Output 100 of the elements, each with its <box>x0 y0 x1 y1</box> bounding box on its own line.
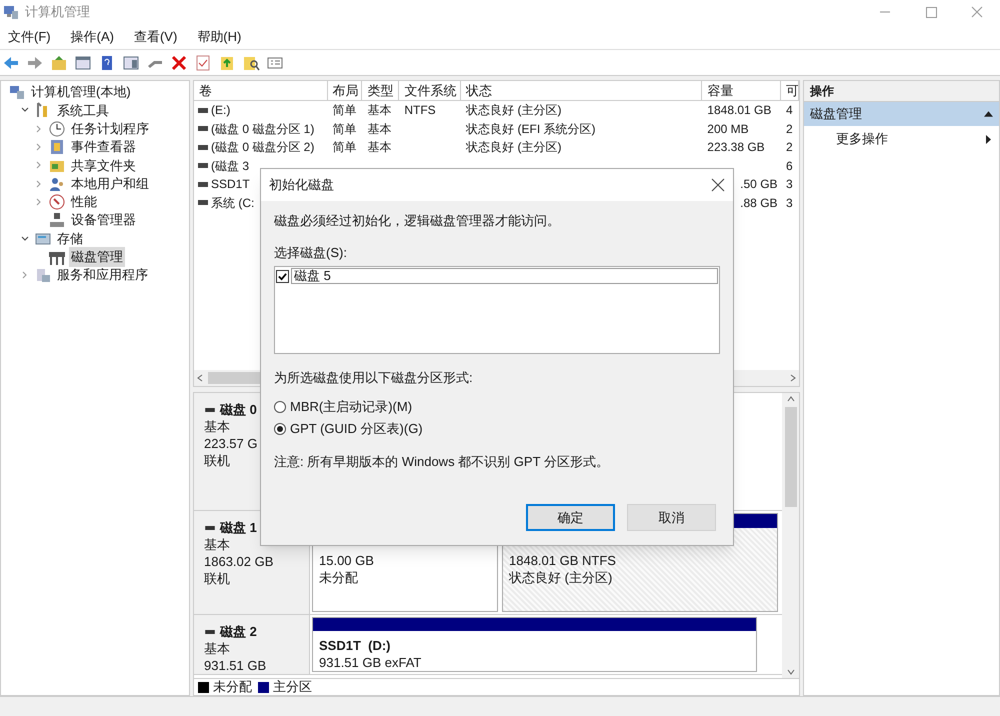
folder-icon[interactable] <box>50 54 68 72</box>
disk-status: 联机 <box>204 570 230 587</box>
table-cell-text: 4 <box>786 102 793 120</box>
window-title: 计算机管理 <box>25 3 90 22</box>
volume-icon <box>197 108 209 113</box>
partition-status: 未分配 <box>319 569 358 586</box>
volume-icon <box>197 200 209 206</box>
radio-label: GPT (GUID 分区表)(G) <box>290 420 423 438</box>
delete-icon[interactable] <box>170 54 188 72</box>
tree-item[interactable]: 计算机管理(本地) <box>29 82 133 102</box>
dialog-message: 磁盘必须经过初始化，逻辑磁盘管理器才能访问。 <box>274 212 560 230</box>
disk-type: 基本 <box>204 640 230 657</box>
services-icon <box>35 267 51 284</box>
partition-status: 状态良好 (主分区) <box>509 569 612 586</box>
log-icon <box>49 139 65 156</box>
scroll-right-icon[interactable] <box>789 374 797 382</box>
table-cell-text: 系统 (C: <box>211 194 254 212</box>
action-link[interactable]: 更多操作 <box>836 129 888 149</box>
table-cell-text: 200 MB <box>707 120 749 138</box>
volume-icon <box>197 163 209 168</box>
table-cell-text: 2 <box>786 139 793 156</box>
tree-item[interactable]: 性能 <box>69 192 99 212</box>
check-icon <box>278 272 287 280</box>
tree-item[interactable]: 服务和应用程序 <box>55 265 150 285</box>
table-cell-text: 2 <box>786 120 793 138</box>
panel-icon[interactable] <box>122 54 140 72</box>
table-cell-text: 1848.01 GB <box>707 102 772 120</box>
partition-size: 931.51 GB exFAT <box>319 654 422 671</box>
radio-button[interactable] <box>274 400 286 412</box>
checklist-icon[interactable] <box>194 54 212 72</box>
table-cell-text: 简单 <box>332 120 357 138</box>
close-icon[interactable] <box>711 178 725 192</box>
menu-item[interactable]: 文件(F) <box>6 26 53 46</box>
table-cell-text: NTFS <box>404 102 436 120</box>
table-cell-text: (磁盘 0 磁盘分区 1) <box>211 120 314 138</box>
collapse-icon[interactable] <box>984 111 993 117</box>
table-cell-text: SSD1T <box>211 176 250 194</box>
scroll-left-icon[interactable] <box>196 374 204 382</box>
checkbox[interactable] <box>276 270 289 282</box>
column-header[interactable]: 文件系统 <box>399 81 462 101</box>
disk-status: 联机 <box>204 452 230 469</box>
table-cell-text: 基本 <box>367 102 392 120</box>
column-header[interactable]: 状态 <box>461 81 702 101</box>
device-icon <box>49 212 65 228</box>
partition-label: SSD1T (D:) <box>319 637 390 654</box>
table-cell-text: 基本 <box>367 139 392 156</box>
column-header[interactable]: 卷 <box>194 81 328 101</box>
computer-icon <box>3 4 19 20</box>
action-section[interactable]: 磁盘管理 <box>804 102 999 126</box>
table-cell-text: 简单 <box>332 139 357 156</box>
legend-label: 主分区 <box>273 678 312 696</box>
menu-item[interactable]: 查看(V) <box>132 26 180 46</box>
disk-size: 931.51 GB <box>204 657 266 674</box>
tree-item[interactable]: 本地用户和组 <box>69 174 151 194</box>
table-cell-text: .88 GB <box>740 194 778 212</box>
vertical-scrollbar[interactable] <box>782 393 799 678</box>
tree-item[interactable]: 任务计划程序 <box>69 119 151 138</box>
panel-icon[interactable] <box>74 54 92 72</box>
disk-type: 基本 <box>204 536 230 553</box>
table-cell-text: 简单 <box>332 102 357 120</box>
table-cell-text: 3 <box>786 176 793 194</box>
clock-icon <box>49 120 65 137</box>
column-header[interactable]: 布局 <box>328 81 362 101</box>
scroll-down-icon[interactable] <box>786 668 794 676</box>
tree-item[interactable]: 共享文件夹 <box>69 156 138 176</box>
column-header[interactable]: 容量 <box>702 81 782 101</box>
dialog-title: 初始化磁盘 <box>269 176 334 194</box>
users-icon <box>49 176 65 192</box>
tree-item[interactable]: 系统工具 <box>55 100 111 120</box>
tree-item[interactable]: 磁盘管理 <box>69 247 125 267</box>
pane-header: 操作 <box>804 81 999 102</box>
tree-item[interactable]: 事件查看器 <box>69 137 138 157</box>
dialog-button[interactable]: 取消 <box>627 504 716 531</box>
table-cell-text: 状态良好 (主分区) <box>466 102 562 120</box>
column-header[interactable]: 类型 <box>362 81 400 101</box>
scroll-thumb[interactable] <box>784 407 796 507</box>
partition[interactable]: SSD1T (D:) 931.51 GB exFAT <box>312 617 757 672</box>
scroll-up-icon[interactable] <box>786 395 794 403</box>
disk-size: 1863.02 GB <box>204 553 274 570</box>
table-cell-text: 状态良好 (EFI 系统分区) <box>466 120 596 138</box>
dialog-button[interactable]: 确定 <box>526 504 615 531</box>
disk-size: 223.57 G <box>204 435 258 452</box>
table-cell-text: (磁盘 3 <box>211 158 250 175</box>
tree-item[interactable]: 存储 <box>55 228 85 248</box>
table-cell-text: (磁盘 0 磁盘分区 2) <box>211 139 314 156</box>
volume-icon <box>197 144 209 150</box>
volume-icon <box>197 126 209 132</box>
menu-item[interactable]: 操作(A) <box>68 26 116 46</box>
disk-name: 磁盘 1 <box>220 519 257 536</box>
list-item[interactable]: 磁盘 5 <box>291 268 718 284</box>
table-cell-text: .50 GB <box>740 176 778 194</box>
partition-size: 15.00 GB <box>319 552 374 569</box>
note-text: 注意: 所有早期版本的 Windows 都不识别 GPT 分区形式。 <box>274 452 609 470</box>
menu-item[interactable]: 帮助(H) <box>195 26 244 46</box>
radio-button[interactable] <box>274 422 286 434</box>
tree-item[interactable]: 设备管理器 <box>69 210 138 230</box>
radio-label: MBR(主启动记录)(M) <box>290 398 412 416</box>
disk-name: 磁盘 2 <box>220 623 257 640</box>
disk-name: 磁盘 0 <box>220 401 257 418</box>
disk-list[interactable]: 磁盘 5 <box>274 266 720 354</box>
